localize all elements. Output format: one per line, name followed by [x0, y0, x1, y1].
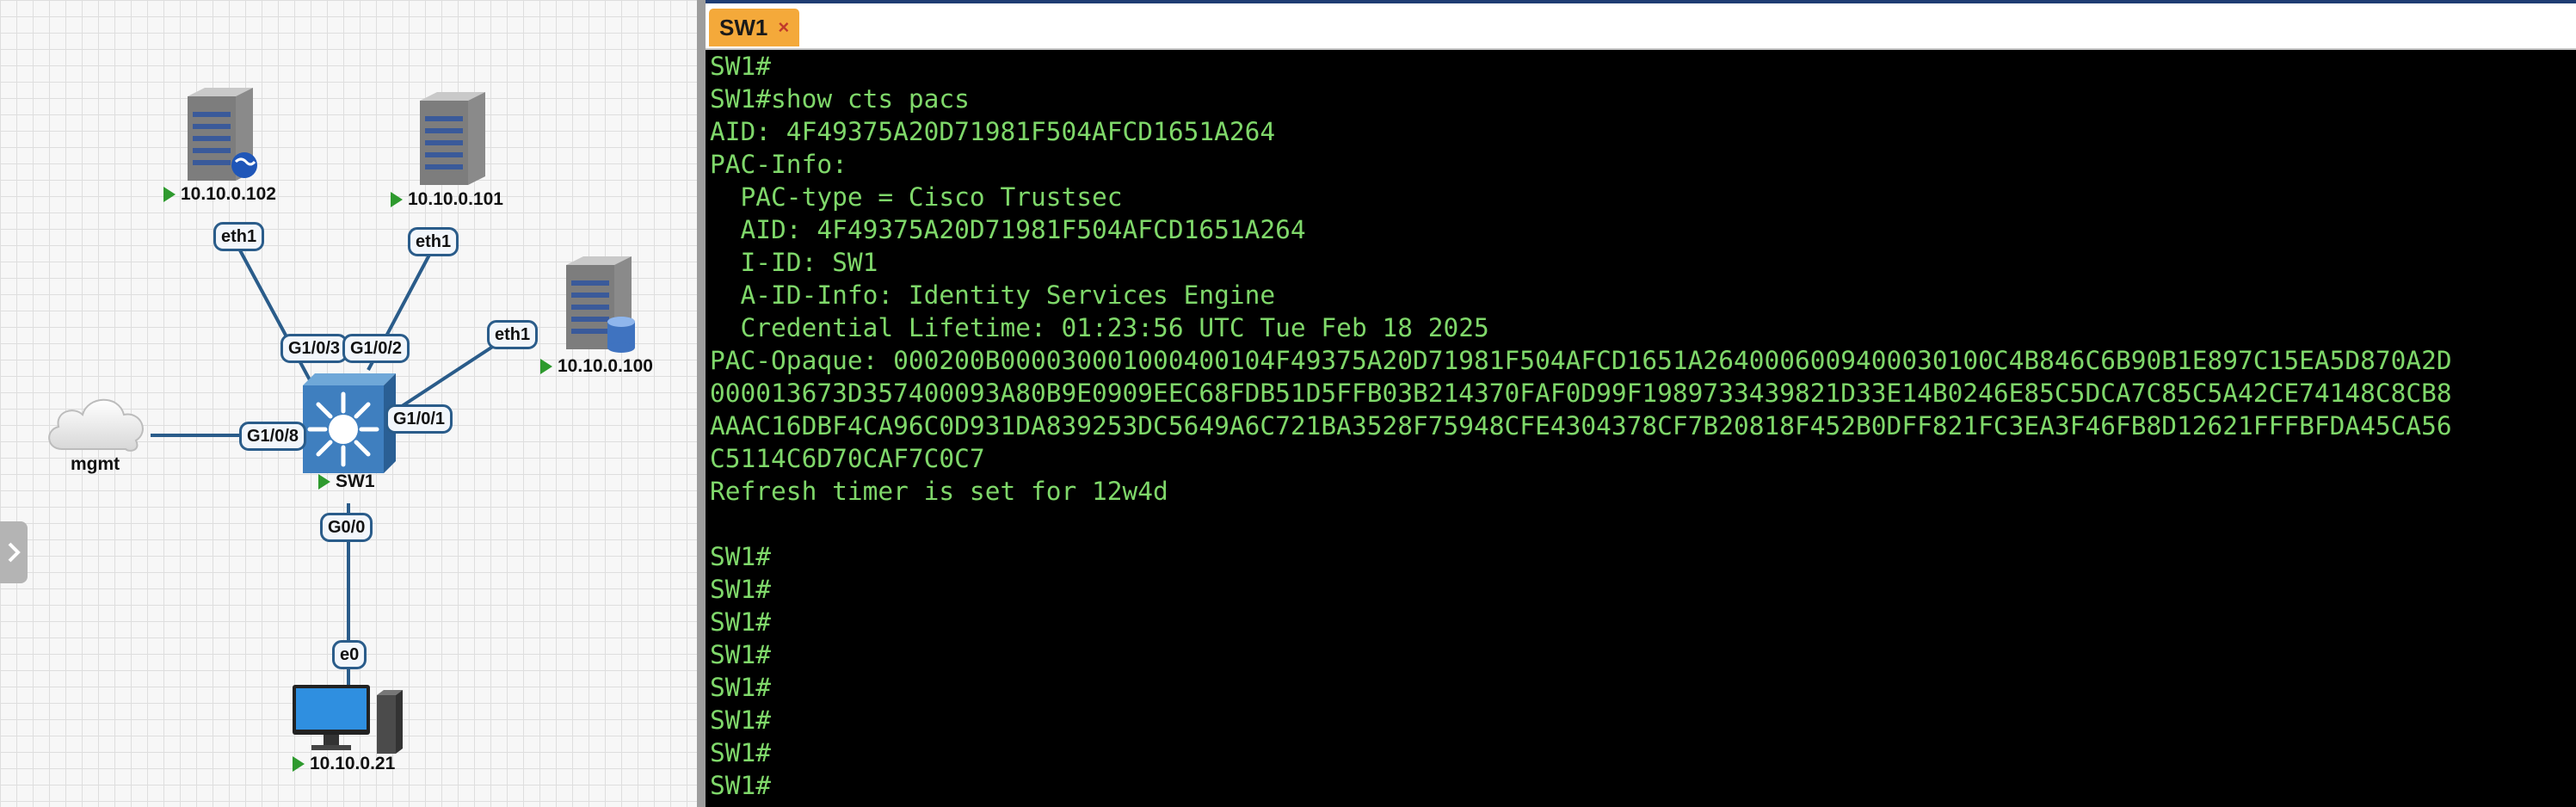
pc-label-10-10-0-21: 10.10.0.21 [293, 754, 395, 774]
console-line: SW1# [710, 607, 772, 637]
running-indicator-icon [540, 359, 552, 374]
tab-label: SW1 [719, 14, 768, 40]
pane-divider[interactable] [697, 0, 706, 807]
pc-node-10-10-0-21[interactable] [291, 685, 408, 754]
console-line: SW1# [710, 640, 772, 669]
console-line: SW1# [710, 802, 2452, 807]
topology-canvas[interactable]: 10.10.0.102 10.10.0.101 10.10.0.100 mgmt… [0, 0, 706, 807]
server-ip-label: 10.10.0.102 [181, 184, 276, 204]
close-tab-icon[interactable]: × [778, 16, 789, 39]
switch-icon [303, 373, 396, 473]
console-line: Credential Lifetime: 01:23:56 UTC Tue Fe… [710, 313, 1489, 342]
server-node-10-10-0-100[interactable] [561, 255, 638, 356]
database-server-icon [566, 256, 635, 353]
console-line: AID: 4F49375A20D71981F504AFCD1651A264 [710, 117, 1276, 146]
terminal-window: SW1 × SW1# SW1#show cts pacs AID: 4F49375A… [706, 0, 2576, 807]
console-line: 000013673D357400093A80B9E0909EEC68FDB51D… [710, 379, 2452, 408]
console-line: I-ID: SW1 [710, 248, 878, 277]
interface-label-g1-0-8[interactable]: G1/0/8 [239, 422, 307, 451]
sidebar-expand-button[interactable] [0, 521, 28, 583]
desktop-pc-icon [293, 685, 403, 754]
node-name-label: mgmt [71, 454, 120, 474]
console-line: SW1# [710, 542, 772, 571]
console-output: SW1# SW1#show cts pacs AID: 4F49375A20D719… [710, 50, 2452, 807]
server-node-10-10-0-102[interactable] [182, 86, 260, 182]
console-line: AAAC16DBF4CA96C0D931DA839253DC5649A6C721… [710, 411, 2452, 440]
console-line: Refresh timer is set for 12w4d [710, 477, 1168, 506]
console-line: SW1#show cts pacs [710, 84, 970, 114]
console-line: C5114C6D70CAF7C0C7 [710, 444, 985, 473]
console-line: PAC-Opaque: 000200B000030001000400104F49… [710, 346, 2452, 375]
switch-label-sw1: SW1 [318, 471, 375, 492]
interface-label-e0[interactable]: e0 [332, 640, 367, 669]
interface-label-g1-0-1[interactable]: G1/0/1 [385, 404, 453, 434]
interface-label-g1-0-3[interactable]: G1/0/3 [280, 334, 348, 363]
running-indicator-icon [391, 192, 403, 207]
console-line: SW1# [710, 705, 772, 735]
console-line: SW1# [710, 738, 772, 767]
running-indicator-icon [163, 187, 176, 202]
switch-node-sw1[interactable] [303, 373, 396, 473]
terminal-tab-bar: SW1 × [706, 0, 2576, 50]
console-line: PAC-Info: [710, 150, 847, 179]
cloud-node-mgmt[interactable] [43, 387, 151, 456]
server-ip-label: 10.10.0.100 [558, 356, 653, 376]
console-line: SW1# [710, 52, 772, 81]
server-label-10-10-0-100: 10.10.0.100 [540, 356, 653, 377]
console-line: A-ID-Info: Identity Services Engine [710, 280, 1276, 310]
interface-label-eth1-server-101[interactable]: eth1 [408, 227, 459, 256]
cloud-label-mgmt: mgmt [71, 454, 120, 475]
terminal-console[interactable]: SW1# SW1#show cts pacs AID: 4F49375A20D719… [706, 50, 2576, 807]
cloud-icon [48, 398, 144, 452]
chevron-right-icon [8, 542, 21, 563]
server-icon [420, 92, 485, 185]
interface-label-g0-0[interactable]: G0/0 [320, 513, 373, 542]
console-line: PAC-type = Cisco Trustsec [710, 182, 1123, 212]
running-indicator-icon [293, 756, 305, 772]
running-indicator-icon [318, 474, 330, 490]
server-label-10-10-0-102: 10.10.0.102 [163, 184, 276, 205]
console-line: AID: 4F49375A20D71981F504AFCD1651A264 [710, 215, 1306, 244]
node-name-label: SW1 [336, 471, 375, 491]
tab-sw1[interactable]: SW1 × [709, 9, 800, 46]
interface-label-g1-0-2[interactable]: G1/0/2 [342, 334, 410, 363]
server-label-10-10-0-101: 10.10.0.101 [391, 189, 503, 210]
pc-ip-label: 10.10.0.21 [310, 754, 396, 773]
server-ip-label: 10.10.0.101 [408, 189, 503, 209]
console-line: SW1# [710, 771, 772, 800]
interface-label-eth1-server-102[interactable]: eth1 [213, 222, 265, 251]
console-line: SW1# [710, 575, 772, 604]
server-node-10-10-0-101[interactable] [415, 90, 492, 187]
console-line: SW1# [710, 673, 772, 702]
interface-label-eth1-server-100[interactable]: eth1 [487, 320, 539, 349]
web-server-icon [188, 88, 257, 181]
